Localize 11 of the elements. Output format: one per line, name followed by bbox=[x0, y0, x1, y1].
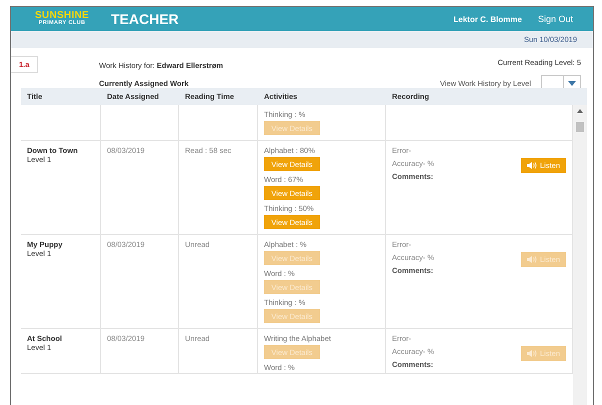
scrollbar[interactable] bbox=[573, 105, 587, 405]
speaker-icon bbox=[526, 350, 537, 357]
sign-out-link[interactable]: Sign Out bbox=[538, 14, 573, 24]
caret-icon bbox=[568, 80, 576, 86]
app-title: TEACHER bbox=[111, 11, 180, 27]
scroll-up-icon[interactable] bbox=[577, 109, 583, 113]
speaker-icon bbox=[526, 162, 537, 169]
logo-text: SUNSHINE bbox=[34, 11, 90, 22]
user-name: Lektor C. Blomme bbox=[454, 14, 522, 24]
speaker-icon bbox=[526, 256, 537, 263]
scrollbar-thumb[interactable] bbox=[576, 122, 584, 132]
